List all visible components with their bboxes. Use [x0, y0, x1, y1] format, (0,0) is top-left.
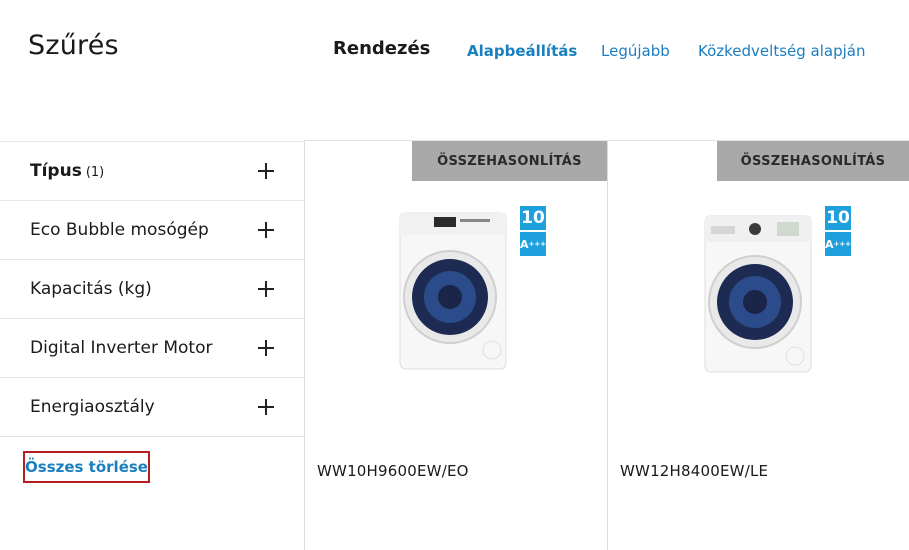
compare-button[interactable]: ÖSSZEHASONLÍTÁS: [412, 141, 607, 181]
compare-button[interactable]: ÖSSZEHASONLÍTÁS: [717, 141, 909, 181]
plus-icon[interactable]: [258, 398, 274, 415]
filter-type[interactable]: Típus (1): [0, 141, 304, 199]
plus-icon[interactable]: [258, 162, 274, 179]
washing-machine-icon: [704, 215, 812, 373]
filter-label: Eco Bubble mosógép: [30, 219, 209, 240]
filter-eco-bubble[interactable]: Eco Bubble mosógép: [0, 200, 304, 258]
energy-badge-top: 10: [825, 206, 851, 230]
washing-machine-icon: [399, 212, 507, 370]
energy-badge: 10 A +++: [825, 206, 851, 256]
filter-count: (1): [85, 164, 105, 180]
product-image[interactable]: [388, 205, 518, 373]
sidebar-divider: [304, 140, 305, 550]
energy-badge-top: 10: [520, 206, 546, 230]
clear-all-button[interactable]: Összes törlése: [23, 451, 150, 483]
product-model[interactable]: WW12H8400EW/LE: [620, 462, 768, 480]
filter-digital-inverter[interactable]: Digital Inverter Motor: [0, 318, 304, 376]
sort-option-default[interactable]: Alapbeállítás: [467, 42, 577, 60]
filter-label: Típus (1): [30, 160, 105, 181]
energy-badge: 10 A +++: [520, 206, 546, 256]
product-divider: [607, 140, 608, 550]
energy-badge-class: A +++: [825, 232, 851, 256]
plus-icon[interactable]: [258, 221, 274, 238]
filter-label: Digital Inverter Motor: [30, 337, 213, 358]
filter-label: Kapacitás (kg): [30, 278, 152, 299]
plus-icon[interactable]: [258, 280, 274, 297]
plus-icon[interactable]: [258, 339, 274, 356]
filter-energy-class[interactable]: Energiaosztály: [0, 377, 304, 435]
sort-option-popularity[interactable]: Közkedveltség alapján: [698, 42, 865, 60]
product-model[interactable]: WW10H9600EW/EO: [317, 462, 469, 480]
filter-bottom-divider: [0, 436, 304, 437]
filter-capacity[interactable]: Kapacitás (kg): [0, 259, 304, 317]
filter-label: Energiaosztály: [30, 396, 155, 417]
product-image[interactable]: [695, 210, 821, 374]
sort-option-newest[interactable]: Legújabb: [601, 42, 670, 60]
energy-badge-class: A +++: [520, 232, 546, 256]
filter-title: Szűrés: [28, 30, 119, 61]
sort-label: Rendezés: [333, 38, 431, 59]
